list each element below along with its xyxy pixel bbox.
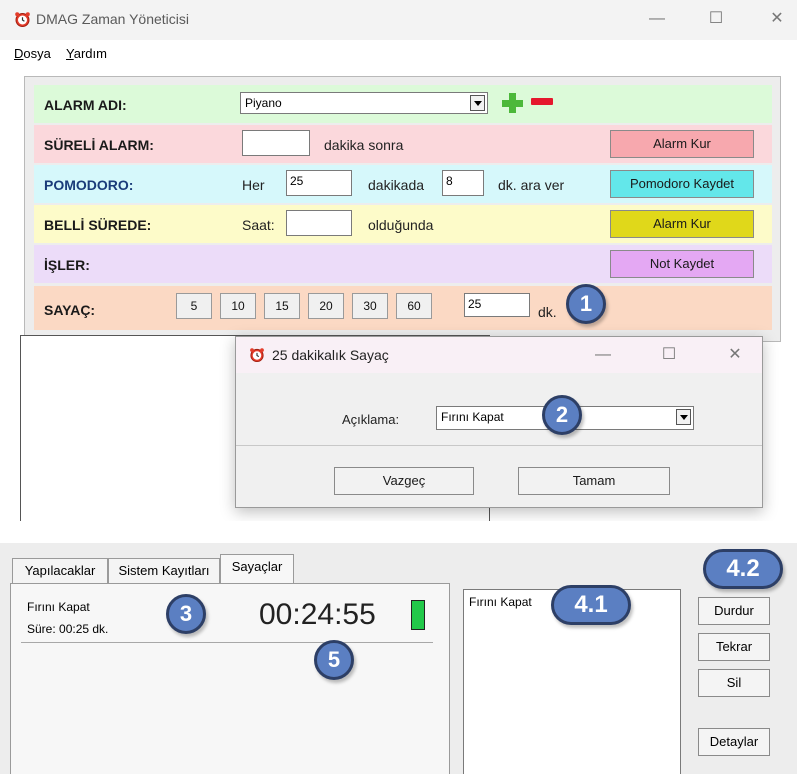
specific-time-label: BELLİ SÜREDE:: [44, 217, 152, 233]
tab-todos[interactable]: Yapılacaklar: [12, 558, 108, 583]
minimize-button[interactable]: —: [646, 9, 668, 29]
dialog-separator: [236, 445, 762, 446]
alarm-clock-icon: [250, 348, 264, 363]
cancel-button[interactable]: Vazgeç: [334, 467, 474, 495]
counter-row: SAYAÇ: 5 10 15 20 30 60 25 dk.: [34, 286, 772, 330]
callout-3: 3: [166, 594, 206, 634]
delete-button[interactable]: Sil: [698, 669, 770, 697]
description-label: Açıklama:: [342, 412, 400, 427]
tasks-row: İŞLER: Not Kaydet: [34, 245, 772, 283]
minus-icon[interactable]: [531, 98, 553, 106]
specific-time-row: BELLİ SÜREDE: Saat: olduğunda Alarm Kur: [34, 205, 772, 243]
plus-icon[interactable]: [500, 91, 524, 115]
timed-alarm-label: SÜRELİ ALARM:: [44, 137, 154, 153]
alarm-name-row: ALARM ADI: Piyano: [34, 85, 772, 123]
maximize-button[interactable]: ☐: [705, 9, 727, 29]
dialog-title: 25 dakikalık Sayaç: [272, 347, 389, 363]
counter-preset-30-button[interactable]: 30: [352, 293, 388, 319]
timer-separator: [21, 642, 433, 643]
specific-time-input[interactable]: [286, 210, 352, 236]
alarm-name-label: ALARM ADI:: [44, 97, 127, 113]
details-button[interactable]: Detaylar: [698, 728, 770, 756]
alarm-sound-value: Piyano: [245, 96, 282, 110]
specific-time-suffix: olduğunda: [368, 217, 434, 233]
callout-2: 2: [542, 395, 582, 435]
pomodoro-suffix: dk. ara ver: [498, 177, 565, 193]
counter-label: SAYAÇ:: [44, 302, 96, 318]
pomodoro-middle: dakikada: [368, 177, 425, 193]
timed-alarm-set-button[interactable]: Alarm Kur: [610, 130, 754, 158]
timer-name: Fırını Kapat: [27, 600, 90, 614]
dialog-maximize-button[interactable]: ☐: [658, 345, 680, 365]
timer-duration: Süre: 00:25 dk.: [27, 622, 109, 636]
repeat-button[interactable]: Tekrar: [698, 633, 770, 661]
callout-4-2: 4.2: [703, 549, 783, 589]
counter-preset-5-button[interactable]: 5: [176, 293, 212, 319]
timed-alarm-suffix: dakika sonra: [324, 137, 404, 153]
ok-button[interactable]: Tamam: [518, 467, 670, 495]
chevron-down-icon[interactable]: [676, 409, 691, 425]
pomodoro-prefix: Her: [242, 177, 265, 193]
timer-countdown: 00:24:55: [259, 598, 376, 631]
tab-counters[interactable]: Sayaçlar: [220, 554, 294, 584]
menu-bar: Dosya Yardım: [0, 40, 797, 66]
specific-time-set-button[interactable]: Alarm Kur: [610, 210, 754, 238]
specific-time-prefix: Saat:: [242, 217, 275, 233]
dialog-title-bar: 25 dakikalık Sayaç — ☐ ✕: [236, 337, 762, 373]
save-note-button[interactable]: Not Kaydet: [610, 250, 754, 278]
window-title: DMAG Zaman Yöneticisi: [36, 11, 190, 27]
counters-panel: Fırını Kapat Süre: 00:25 dk. 00:24:55: [10, 583, 450, 774]
timed-alarm-row: SÜRELİ ALARM: dakika sonra Alarm Kur: [34, 125, 772, 163]
tab-system-logs[interactable]: Sistem Kayıtları: [108, 558, 220, 583]
chevron-down-icon[interactable]: [470, 95, 485, 111]
counter-suffix: dk.: [538, 304, 557, 320]
dialog-minimize-button[interactable]: —: [592, 345, 614, 365]
counter-preset-15-button[interactable]: 15: [264, 293, 300, 319]
description-value: Fırını Kapat: [441, 410, 504, 424]
counter-preset-60-button[interactable]: 60: [396, 293, 432, 319]
counter-minutes-input[interactable]: 25: [464, 293, 530, 317]
pomodoro-row: POMODORO: Her 25 dakikada 8 dk. ara ver …: [34, 165, 772, 203]
pomodoro-work-minutes-input[interactable]: 25: [286, 170, 352, 196]
counter-dialog: 25 dakikalık Sayaç — ☐ ✕ Açıklama: Fırın…: [235, 336, 763, 508]
callout-5: 5: [314, 640, 354, 680]
title-bar: DMAG Zaman Yöneticisi — ☐ ✕: [0, 0, 797, 40]
timed-alarm-minutes-input[interactable]: [242, 130, 310, 156]
stop-button[interactable]: Durdur: [698, 597, 770, 625]
list-item[interactable]: Fırını Kapat: [469, 595, 532, 609]
timer-status-indicator: [411, 600, 425, 630]
tasks-label: İŞLER:: [44, 257, 90, 273]
section-gap: [0, 521, 797, 543]
pomodoro-label: POMODORO:: [44, 177, 134, 193]
alarm-sound-select[interactable]: Piyano: [240, 92, 488, 114]
screenshot: DMAG Zaman Yöneticisi — ☐ ✕ Dosya Yardım…: [0, 0, 797, 774]
close-button[interactable]: ✕: [766, 9, 788, 29]
menu-file[interactable]: Dosya: [14, 46, 51, 61]
pomodoro-save-button[interactable]: Pomodoro Kaydet: [610, 170, 754, 198]
counter-preset-20-button[interactable]: 20: [308, 293, 344, 319]
callout-1: 1: [566, 284, 606, 324]
alarm-clock-icon: [15, 12, 30, 27]
pomodoro-break-minutes-input[interactable]: 8: [442, 170, 484, 196]
counter-preset-10-button[interactable]: 10: [220, 293, 256, 319]
dialog-close-button[interactable]: ✕: [724, 345, 746, 365]
callout-4-1: 4.1: [551, 585, 631, 625]
menu-help[interactable]: Yardım: [66, 46, 107, 61]
